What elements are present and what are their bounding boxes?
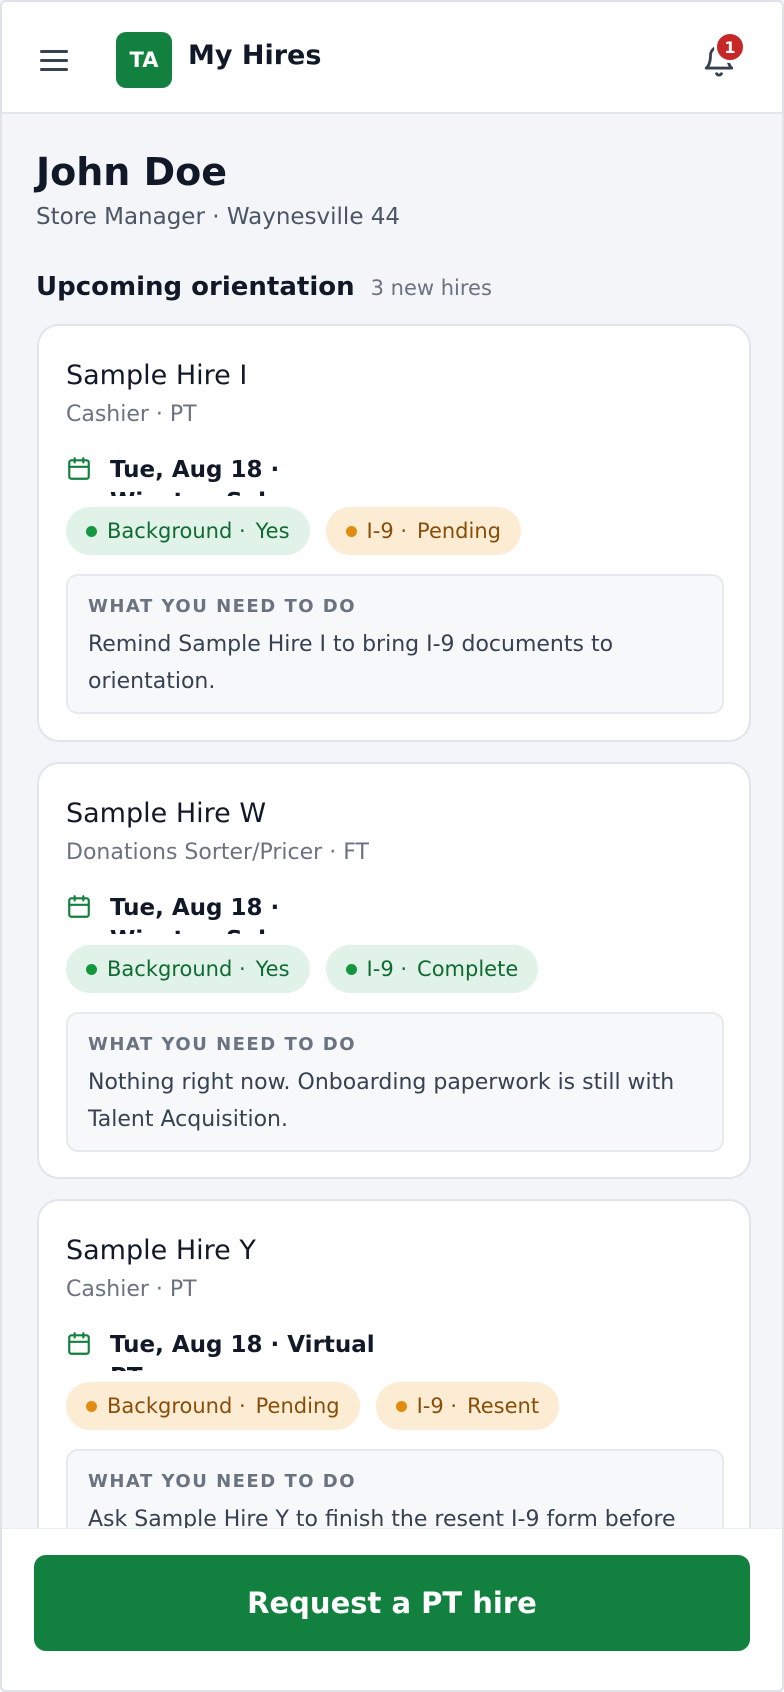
user-role: Store Manager · Waynesville 44 <box>36 204 401 230</box>
hire-name: Sample Hire Y <box>66 1235 256 1266</box>
calendar-icon <box>68 895 90 918</box>
hire-role: Cashier · PT <box>66 402 197 427</box>
orientation-date: Tue, Aug 18 · Winston-Salem <box>66 454 380 496</box>
status-value: Complete <box>417 957 519 981</box>
status-dot <box>86 963 97 975</box>
hire-role: Donations Sorter/Pricer · FT <box>66 840 369 865</box>
status-dot <box>395 1400 407 1412</box>
status-label: Background · <box>107 957 246 981</box>
status-label: Background · <box>107 1394 246 1418</box>
app-frame: TA My Hires 1 John Doe Store Manager · W… <box>0 0 784 1692</box>
todo-label: WHAT YOU NEED TO DO <box>88 596 357 617</box>
status-value: Pending <box>255 1394 340 1418</box>
orientation-date-text: Tue, Aug 18 · Virtual PT <box>110 1332 375 1371</box>
todo-text: Remind Sample Hire I to bring I-9 docume… <box>88 632 614 694</box>
todo-text: Nothing right now. Onboarding paperwork … <box>88 1070 675 1132</box>
section-header: Upcoming orientation 3 new hires <box>36 272 492 302</box>
hire-name: Sample Hire W <box>66 798 267 829</box>
status-value: Resent <box>467 1394 540 1418</box>
status-label: I-9 · <box>366 957 408 981</box>
status-pills: Background · Yes I-9 · Complete <box>66 945 539 993</box>
hamburger-menu-icon[interactable] <box>40 40 80 80</box>
status-label: I-9 · <box>416 1394 458 1418</box>
hire-role: Cashier · PT <box>66 1277 197 1302</box>
request-pt-hire-button[interactable]: Request a PT hire <box>34 1555 750 1651</box>
section-title: Upcoming orientation <box>36 272 355 302</box>
status-pills: Background · Yes I-9 · Pending <box>66 507 521 555</box>
todo-box: WHAT YOU NEED TO DO Remind Sample Hire I… <box>66 574 724 714</box>
status-badge-background: Background · Pending <box>66 1382 360 1430</box>
status-label: Background · <box>107 519 246 543</box>
orientation-date: Tue, Aug 18 · Virtual PT <box>66 1329 380 1371</box>
status-pills: Background · Pending I-9 · Resent <box>66 1382 560 1430</box>
hire-name: Sample Hire I <box>66 360 248 391</box>
status-badge-i9: I-9 · Complete <box>325 945 539 993</box>
section-count: 3 new hires <box>370 276 492 300</box>
status-badge-background: Background · Yes <box>66 945 310 993</box>
user-name: John Doe <box>36 150 228 194</box>
status-badge-i9: I-9 · Pending <box>325 507 521 555</box>
top-app-bar: TA My Hires 1 <box>2 2 782 114</box>
notification-count-badge: 1 <box>714 31 746 63</box>
status-badge-background: Background · Yes <box>66 507 310 555</box>
status-badge-i9: I-9 · Resent <box>375 1382 560 1430</box>
status-label: I-9 · <box>366 519 408 543</box>
status-dot <box>345 963 357 975</box>
hire-card[interactable]: Sample Hire I Cashier · PT Tue, Aug 18 ·… <box>37 324 751 742</box>
bottom-action-bar: Request a PT hire <box>2 1528 782 1690</box>
todo-box: WHAT YOU NEED TO DO Nothing right now. O… <box>66 1012 724 1152</box>
todo-label: WHAT YOU NEED TO DO <box>88 1471 357 1492</box>
orientation-date-text: Tue, Aug 18 · Winston-Salem <box>110 457 306 496</box>
notifications-button[interactable]: 1 <box>698 31 746 84</box>
status-dot <box>86 525 97 537</box>
page-title: My Hires <box>188 40 322 71</box>
calendar-icon <box>68 457 90 480</box>
status-dot <box>86 1400 97 1412</box>
calendar-icon <box>68 1332 90 1355</box>
status-dot <box>345 525 357 537</box>
todo-label: WHAT YOU NEED TO DO <box>88 1034 357 1055</box>
status-value: Yes <box>255 519 290 543</box>
app-logo: TA <box>116 32 172 88</box>
orientation-date: Tue, Aug 18 · Winston-Salem <box>66 892 380 934</box>
status-value: Pending <box>417 519 501 543</box>
status-value: Yes <box>255 957 290 981</box>
orientation-date-text: Tue, Aug 18 · Winston-Salem <box>110 895 306 934</box>
hire-card[interactable]: Sample Hire W Donations Sorter/Pricer · … <box>37 762 751 1179</box>
